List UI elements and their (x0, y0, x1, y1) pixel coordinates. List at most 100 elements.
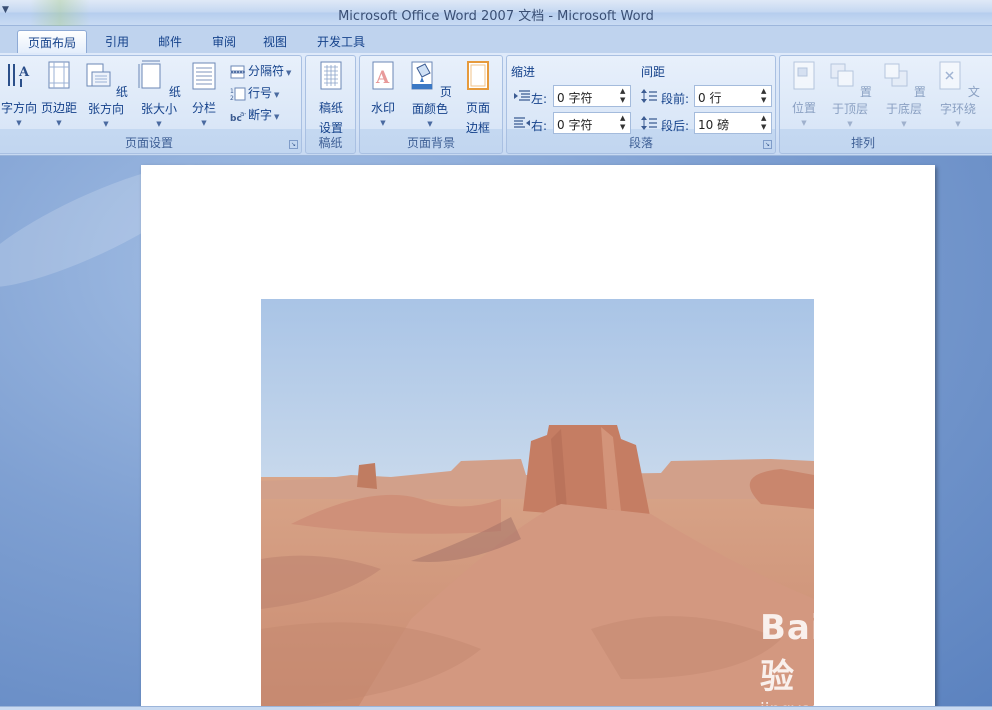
spacing-after-icon (641, 116, 657, 130)
group-arrange: 位置 ▼ 置于顶层 ▼ 置于底层 ▼ 文字环绕 ▼ 排列 (779, 55, 992, 154)
margins-button[interactable]: 页边距 ▼ (39, 60, 79, 127)
svg-text:a-: a- (240, 110, 246, 118)
position-button[interactable]: 位置 ▼ (786, 60, 822, 127)
spacing-before-icon (641, 89, 657, 103)
tab-developer[interactable]: 开发工具 (307, 30, 375, 53)
ribbon-tabs: 页面布局 引用 邮件 审阅 视图 开发工具 (0, 26, 992, 53)
spacing-label: 间距 (641, 65, 666, 79)
page-color-button[interactable]: 页面颜色 ▼ (404, 60, 456, 128)
spinner-arrows-icon[interactable]: ▲ ▼ (761, 87, 769, 105)
watermark-logo: Bai du 经验 (760, 608, 935, 697)
watermark-icon: A (372, 61, 394, 90)
bring-to-front-icon (830, 63, 854, 87)
text-direction-button[interactable]: A 字方向 ▼ (1, 60, 37, 127)
hyphenation-icon: bc a- (230, 110, 246, 123)
indent-label: 缩进 (511, 65, 536, 79)
spacing-before-value: 0 行 (698, 91, 722, 105)
svg-text:A: A (18, 65, 30, 80)
group-page-background: A 水印 ▼ 页面颜色 ▼ 页面 边框 页面背景 (359, 55, 503, 154)
page-borders-label-1: 页面 (465, 101, 490, 115)
send-to-back-button[interactable]: 置于底层 ▼ (878, 60, 930, 128)
chevron-down-icon: ▼ (380, 119, 386, 127)
spinner-arrows-icon[interactable]: ▲ ▼ (620, 114, 628, 132)
chevron-down-icon: ▼ (103, 120, 109, 128)
indent-left-field[interactable]: 0 字符 ▲ ▼ (553, 85, 631, 107)
hyphenation-button[interactable]: bc a- 断字▼ (230, 106, 279, 123)
spacing-after-value: 10 磅 (698, 118, 730, 132)
group-manuscript: 稿纸 设置 稿纸 (305, 55, 356, 154)
tab-references[interactable]: 引用 (95, 30, 139, 53)
arrange-group-title: 排列 (850, 136, 875, 150)
page-background-group-title: 页面背景 (406, 136, 455, 150)
desert-photo[interactable] (261, 299, 814, 710)
svg-text:A: A (375, 68, 390, 88)
spacing-after-field[interactable]: 10 磅 ▲ ▼ (694, 112, 772, 134)
dialog-launcher-icon[interactable]: ↘ (289, 140, 298, 149)
watermark-button[interactable]: A 水印 ▼ (366, 60, 400, 127)
breaks-icon (230, 65, 245, 78)
text-wrap-button[interactable]: 文字环绕 ▼ (932, 60, 984, 128)
tab-review[interactable]: 审阅 (202, 30, 246, 53)
manuscript-setup-button[interactable]: 稿纸 设置 (312, 60, 350, 136)
spinner-arrows-icon[interactable]: ▲ ▼ (620, 87, 628, 105)
orientation-button[interactable]: 纸张方向 ▼ (80, 60, 132, 128)
text-direction-label: 字方向 (1, 101, 38, 115)
position-icon (793, 61, 815, 90)
manuscript-group-title: 稿纸 (318, 136, 343, 150)
page-borders-button[interactable]: 页面 边框 (460, 60, 496, 136)
indent-left-icon (514, 90, 530, 101)
indent-right-field[interactable]: 0 字符 ▲ ▼ (553, 112, 631, 134)
group-page-setup: A 字方向 ▼ 页边距 ▼ 纸张方向 ▼ 纸张大小 ▼ 分栏 ▼ 分隔符 ▼ 1… (0, 55, 302, 154)
orientation-icon (86, 63, 111, 87)
line-numbers-button[interactable]: 1 2 行号 ▼ (230, 84, 279, 101)
chevron-down-icon: ▼ (955, 120, 961, 128)
manuscript-grid-icon (320, 61, 342, 90)
hyphenation-label: 断字 (248, 108, 273, 122)
chevron-down-icon: ▼ (274, 113, 280, 121)
manuscript-setup-label-1: 稿纸 (318, 101, 343, 115)
baidu-watermark: Bai du 经验 jingyan.baidu.com (760, 600, 950, 710)
text-wrap-icon (939, 61, 961, 90)
columns-icon (192, 62, 216, 90)
breaks-button[interactable]: 分隔符 ▼ (230, 62, 291, 79)
indent-left-value: 0 字符 (557, 91, 593, 105)
tab-page-layout[interactable]: 页面布局 (17, 30, 88, 53)
svg-text:1: 1 (230, 88, 234, 95)
window-title: Microsoft Office Word 2007 文档 - Microsof… (338, 9, 654, 24)
line-numbers-icon: 1 2 (230, 87, 246, 101)
size-button[interactable]: 纸张大小 ▼ (134, 60, 184, 128)
indent-right-icon (514, 117, 530, 128)
paper-size-icon (138, 60, 161, 89)
breaks-label: 分隔符 (248, 64, 285, 78)
chevron-down-icon: ▼ (16, 119, 22, 127)
group-paragraph: 缩进 间距 左: 0 字符 ▲ ▼ 右: 0 字符 ▲ ▼ 段前: 0 行 ▲ ▼ (506, 55, 776, 154)
send-to-back-icon (884, 63, 908, 87)
margins-icon (48, 61, 70, 89)
chevron-down-icon: ▼ (847, 120, 853, 128)
columns-button[interactable]: 分栏 ▼ (189, 60, 219, 127)
chevron-down-icon: ▼ (56, 119, 62, 127)
page-setup-group-title: 页面设置 (124, 136, 173, 150)
page-borders-icon (467, 61, 489, 90)
line-numbers-label: 行号 (248, 86, 273, 100)
spinner-arrows-icon[interactable]: ▲ ▼ (761, 114, 769, 132)
spacing-before-label: 段前: (661, 92, 690, 106)
title-bar: ▼ Microsoft Office Word 2007 文档 - Micros… (0, 0, 992, 26)
chevron-down-icon: ▼ (801, 119, 807, 127)
margins-label: 页边距 (40, 101, 77, 115)
position-label: 位置 (791, 101, 816, 115)
paragraph-group-title: 段落 (628, 136, 653, 150)
indent-right-label: 右: (531, 119, 548, 133)
spacing-before-field[interactable]: 0 行 ▲ ▼ (694, 85, 772, 107)
indent-right-value: 0 字符 (557, 118, 593, 132)
svg-text:2: 2 (230, 95, 234, 101)
dialog-launcher-icon[interactable]: ↘ (763, 140, 772, 149)
tab-mailings[interactable]: 邮件 (148, 30, 192, 53)
indent-left-label: 左: (531, 92, 548, 106)
chevron-down-icon: ▼ (156, 120, 162, 128)
bring-to-front-button[interactable]: 置于顶层 ▼ (824, 60, 876, 128)
tab-view[interactable]: 视图 (253, 30, 297, 53)
ribbon: A 字方向 ▼ 页边距 ▼ 纸张方向 ▼ 纸张大小 ▼ 分栏 ▼ 分隔符 ▼ 1… (0, 53, 992, 156)
chevron-down-icon: ▼ (274, 91, 280, 99)
chevron-down-icon: ▼ (286, 69, 292, 77)
